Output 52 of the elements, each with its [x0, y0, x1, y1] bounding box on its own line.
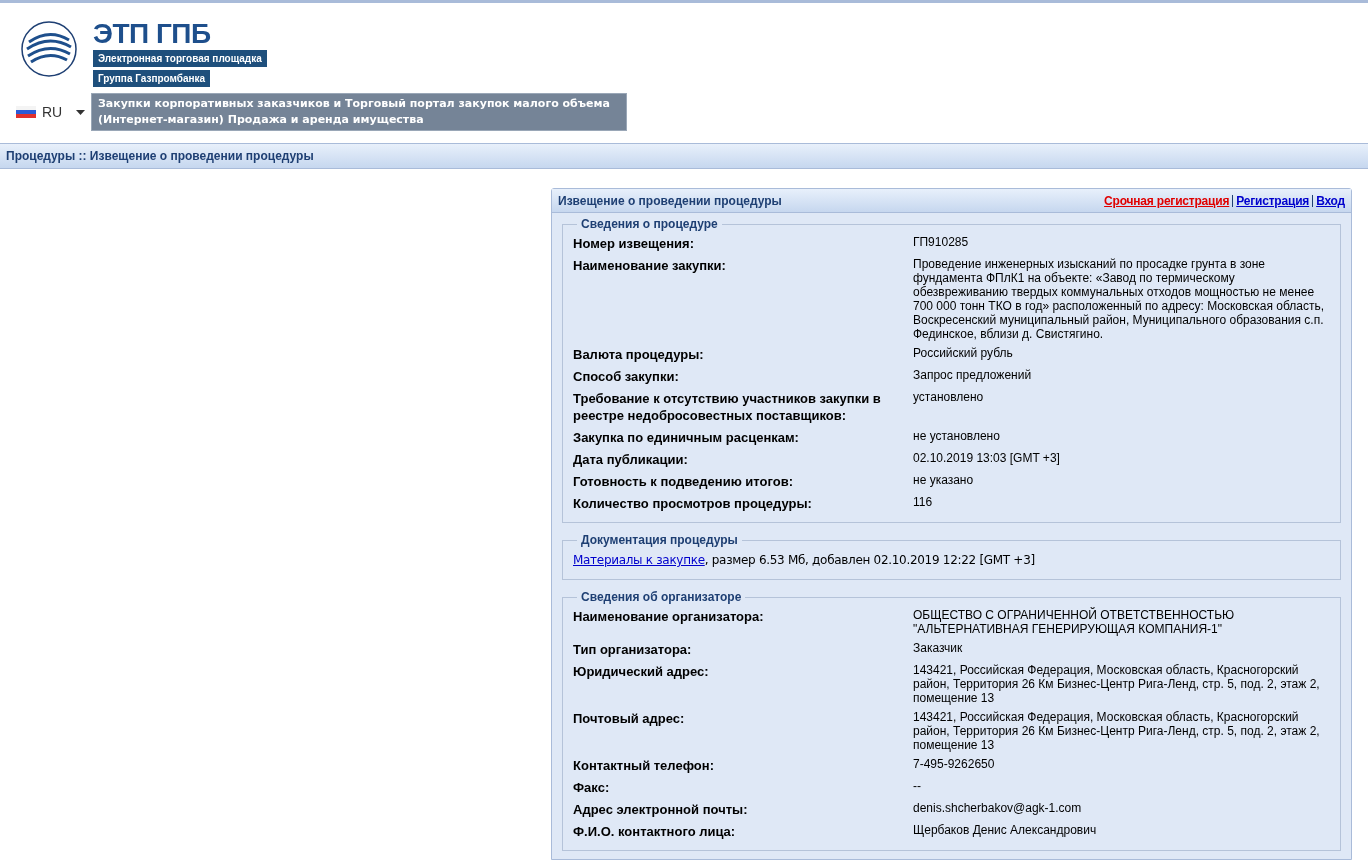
logo-group: Группа Газпромбанка: [93, 70, 211, 87]
field-label: Контактный телефон:: [573, 757, 715, 774]
caret-icon: [76, 109, 86, 115]
globe-logo-icon: [20, 20, 78, 78]
flag-icon: [16, 106, 36, 118]
field-label: Почтовый адрес:: [573, 710, 686, 728]
field-value: 143421, Российская Федерация, Московская область, Красногорский район, Территория 26 Км Бизнес-Центр Рига-Ленд, стр. 5, под. 2, этаж 2, помещение 13: [913, 663, 1321, 705]
header-link[interactable]: Вход: [1316, 191, 1345, 210]
section-legend: Сведения о процедуре: [577, 215, 722, 233]
field-value: 7-495-9262650: [913, 757, 996, 773]
field-value: 116: [913, 495, 934, 511]
field-value: 143421, Российская Федерация, Московская область, Красногорский район, Территория 26 Км Бизнес-Центр Рига-Ленд, стр. 5, под. 2, этаж 2, помещение 13: [913, 710, 1321, 752]
section-legend: Сведения об организаторе: [577, 588, 746, 606]
language-selector[interactable]: RU: [16, 101, 91, 123]
field-label: Закупка по единичным расценкам:: [573, 429, 800, 446]
section-legend: Документация процедуры: [577, 531, 742, 549]
logo-title: ЭТП ГПБ: [93, 20, 211, 48]
field-value: установлено: [913, 390, 985, 406]
field-value: Российский рубль: [913, 346, 1014, 362]
panel-title: Извещение о проведении процедуры: [558, 192, 782, 210]
field-label: Способ закупки:: [573, 368, 680, 385]
field-value: Щербаков Денис Александрович: [913, 823, 1098, 839]
field-label: Наименование организатора:: [573, 608, 765, 626]
field-label: Адрес электронной почты:: [573, 801, 749, 818]
field-label: Количество просмотров процедуры:: [573, 495, 813, 512]
field-value: 02.10.2019 13:03 [GMT +3]: [913, 451, 1061, 467]
header-link[interactable]: Регистрация: [1236, 191, 1310, 210]
field-value: Заказчик: [913, 641, 964, 657]
field-label: Ф.И.О. контактного лица:: [573, 823, 737, 840]
field-value: --: [913, 779, 922, 795]
document-link[interactable]: Материалы к закупке: [573, 551, 705, 569]
field-value: не установлено: [913, 429, 1001, 445]
portal-title-banner: Закупки корпоративных заказчиков и Торговый портал закупок малого объема (Интернет-магазин) Продажа и аренда имущества: [91, 93, 627, 131]
document-details: , размер 6.53 Мб, добавлен 02.10.2019 12:22 [GMT +3]: [704, 552, 1035, 569]
field-value: ГП910285: [913, 235, 970, 251]
field-value: Запрос предложений: [913, 368, 1033, 384]
field-label: Валюта процедуры:: [573, 346, 705, 363]
field-label: Готовность к подведению итогов:: [573, 473, 794, 490]
field-label: Тип организатора:: [573, 641, 693, 658]
field-label: Номер извещения:: [573, 235, 696, 252]
field-label: Наименование закупки:: [573, 257, 727, 275]
field-label: Факс:: [573, 779, 611, 796]
field-value: Проведение инженерных изысканий по просадке грунта в зоне фундамента ФПлК1 на объекте: «Завод по термическому обезвреживанию твердых коммунальных отходов мощностью не менее 700 000 тонн ТКО в год» расположенный по адресу: Московская область, Воскресенский муниципальный район, Муниципального образования с.п. Фединское, вблизи д. Свистягино.: [913, 257, 1326, 341]
field-label: Дата публикации:: [573, 451, 689, 468]
field-label: Юридический адрес:: [573, 663, 710, 681]
breadcrumb-bar: Процедуры :: Извещение о проведении процедуры: [0, 143, 1368, 169]
field-value: не указано: [913, 473, 975, 489]
field-value: denis.shcherbakov@agk-1.com: [913, 801, 1083, 817]
header-link[interactable]: Срочная регистрация: [1104, 191, 1230, 210]
logo-subtitle: Электронная торговая площадка: [93, 50, 267, 67]
field-value: ОБЩЕСТВО С ОГРАНИЧЕННОЙ ОТВЕТСТВЕННОСТЬЮ "АЛЬТЕРНАТИВНАЯ ГЕНЕРИРУЮЩАЯ КОМПАНИЯ-1": [913, 608, 1236, 636]
field-label: Требование к отсутствию участников закупки в реестре недобросовестных поставщиков:: [573, 390, 882, 424]
